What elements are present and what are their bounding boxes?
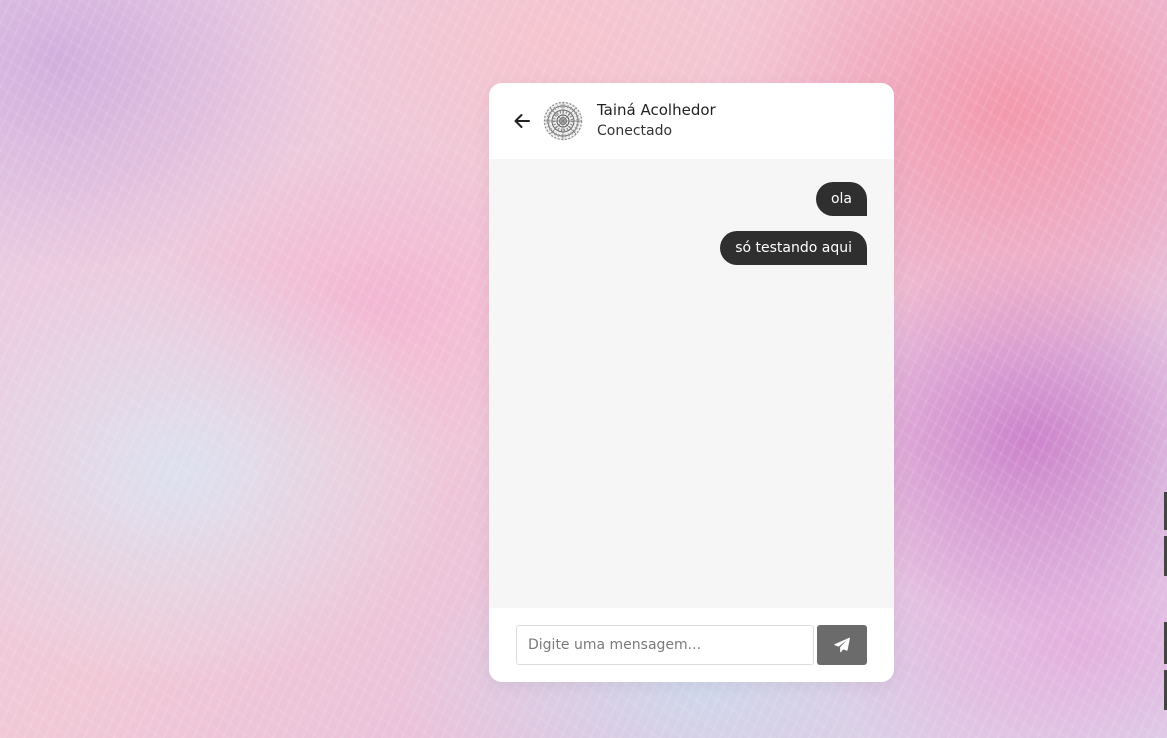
paper-plane-icon [834, 637, 850, 653]
message-composer [489, 608, 894, 682]
contact-name: Tainá Acolhedor [597, 101, 716, 119]
chat-header: Tainá Acolhedor Conectado [489, 83, 894, 159]
message-bubble: só testando aqui [720, 231, 867, 265]
message-list[interactable]: ola só testando aqui [489, 159, 894, 608]
message-input[interactable] [516, 625, 814, 665]
chat-window: Tainá Acolhedor Conectado ola só testand… [489, 83, 894, 682]
message-bubble: ola [815, 182, 867, 216]
contact-status: Conectado [597, 123, 673, 139]
send-button[interactable] [817, 625, 867, 665]
mandala-avatar-icon [543, 101, 583, 141]
back-button[interactable] [511, 110, 533, 132]
avatar [543, 101, 583, 141]
arrow-left-icon [514, 114, 530, 128]
